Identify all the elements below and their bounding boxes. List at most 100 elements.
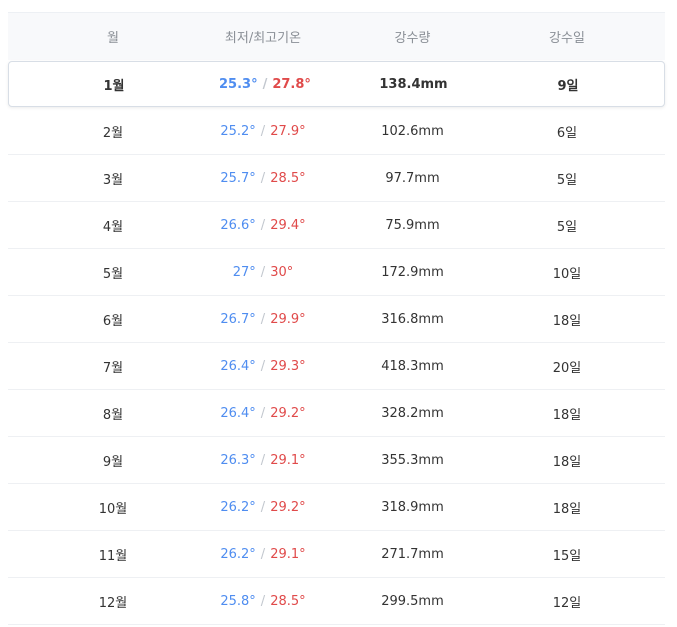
header-month: 월 bbox=[107, 31, 119, 46]
header-rain-days: 강수일 bbox=[549, 31, 585, 46]
month-cell: 7월 bbox=[102, 360, 124, 376]
low-temp: 26.4° bbox=[220, 405, 256, 421]
month-cell: 1월 bbox=[103, 78, 125, 94]
rain-days-cell: 15일 bbox=[552, 548, 582, 564]
high-temp: 30° bbox=[270, 264, 294, 280]
month-cell: 8월 bbox=[102, 407, 124, 423]
rainfall-cell: 418.3mm bbox=[381, 358, 444, 374]
high-temp: 29.1° bbox=[270, 546, 306, 562]
temp-separator: / bbox=[260, 358, 266, 374]
table-row[interactable]: 11월 26.2°/29.1° 271.7mm 15일 bbox=[8, 531, 665, 578]
rain-days-cell: 18일 bbox=[552, 407, 582, 423]
temp-separator: / bbox=[260, 546, 266, 562]
rainfall-cell: 102.6mm bbox=[381, 123, 444, 139]
rain-days-cell: 9일 bbox=[557, 78, 579, 94]
low-temp: 26.4° bbox=[220, 358, 256, 374]
rain-days-cell: 12일 bbox=[552, 595, 582, 611]
temperature-cell: 26.2°/29.2° bbox=[218, 500, 308, 515]
temp-separator: / bbox=[260, 405, 266, 421]
temp-separator: / bbox=[260, 170, 266, 186]
temperature-cell: 26.3°/29.1° bbox=[218, 453, 308, 468]
high-temp: 28.5° bbox=[270, 593, 306, 609]
rain-days-cell: 20일 bbox=[552, 360, 582, 376]
temperature-cell: 26.4°/29.3° bbox=[218, 359, 308, 374]
temperature-cell: 26.2°/29.1° bbox=[218, 547, 308, 562]
low-temp: 26.7° bbox=[220, 311, 256, 327]
header-temperature: 최저/최고기온 bbox=[224, 31, 302, 46]
temperature-cell: 25.7°/28.5° bbox=[218, 171, 308, 186]
rainfall-cell: 299.5mm bbox=[381, 593, 444, 609]
table-row[interactable]: 9월 26.3°/29.1° 355.3mm 18일 bbox=[8, 437, 665, 484]
table-body: 1월 25.3°/27.8° 138.4mm 9일 2월 25.2°/27.9° 102.6… bbox=[8, 61, 665, 625]
month-cell: 5월 bbox=[102, 266, 124, 282]
temp-separator: / bbox=[260, 217, 266, 233]
temperature-cell: 27°/30° bbox=[218, 265, 308, 280]
low-temp: 26.3° bbox=[220, 452, 256, 468]
low-temp: 27° bbox=[232, 264, 256, 280]
month-cell: 9월 bbox=[102, 454, 124, 470]
table-row[interactable]: 2월 25.2°/27.9° 102.6mm 6일 bbox=[8, 108, 665, 155]
low-temp: 25.7° bbox=[220, 170, 256, 186]
rain-days-cell: 18일 bbox=[552, 501, 582, 517]
temp-separator: / bbox=[260, 123, 266, 139]
rain-days-cell: 18일 bbox=[552, 454, 582, 470]
temp-separator: / bbox=[260, 264, 266, 280]
low-temp: 26.2° bbox=[220, 499, 256, 515]
table-row[interactable]: 3월 25.7°/28.5° 97.7mm 5일 bbox=[8, 155, 665, 202]
high-temp: 29.9° bbox=[270, 311, 306, 327]
rain-days-cell: 10일 bbox=[552, 266, 582, 282]
month-cell: 3월 bbox=[102, 172, 124, 188]
rainfall-cell: 316.8mm bbox=[381, 311, 444, 327]
low-temp: 26.2° bbox=[220, 546, 256, 562]
month-cell: 10월 bbox=[98, 501, 128, 517]
rainfall-cell: 172.9mm bbox=[381, 264, 444, 280]
table-row[interactable]: 10월 26.2°/29.2° 318.9mm 18일 bbox=[8, 484, 665, 531]
table-row[interactable]: 8월 26.4°/29.2° 328.2mm 18일 bbox=[8, 390, 665, 437]
temp-separator: / bbox=[260, 452, 266, 468]
table-row[interactable]: 7월 26.4°/29.3° 418.3mm 20일 bbox=[8, 343, 665, 390]
month-cell: 4월 bbox=[102, 219, 124, 235]
low-temp: 26.6° bbox=[220, 217, 256, 233]
temperature-cell: 25.2°/27.9° bbox=[218, 124, 308, 139]
table-header: 월 최저/최고기온 강수량 강수일 bbox=[8, 12, 665, 60]
rainfall-cell: 318.9mm bbox=[381, 499, 444, 515]
low-temp: 25.3° bbox=[219, 76, 258, 92]
table-row[interactable]: 4월 26.6°/29.4° 75.9mm 5일 bbox=[8, 202, 665, 249]
rainfall-cell: 328.2mm bbox=[381, 405, 444, 421]
temp-separator: / bbox=[262, 76, 268, 92]
rain-days-cell: 5일 bbox=[556, 219, 578, 235]
temp-separator: / bbox=[260, 311, 266, 327]
rain-days-cell: 18일 bbox=[552, 313, 582, 329]
climate-table: 월 최저/최고기온 강수량 강수일 1월 25.3°/27.8° 138.4mm 9일… bbox=[8, 12, 665, 625]
rain-days-cell: 5일 bbox=[556, 172, 578, 188]
high-temp: 29.4° bbox=[270, 217, 306, 233]
rainfall-cell: 355.3mm bbox=[381, 452, 444, 468]
month-cell: 12월 bbox=[98, 595, 128, 611]
rainfall-cell: 138.4mm bbox=[379, 76, 448, 92]
temperature-cell: 25.3°/27.8° bbox=[219, 76, 311, 92]
temp-separator: / bbox=[260, 593, 266, 609]
rainfall-cell: 271.7mm bbox=[381, 546, 444, 562]
low-temp: 25.2° bbox=[220, 123, 256, 139]
high-temp: 29.2° bbox=[270, 499, 306, 515]
temperature-cell: 26.7°/29.9° bbox=[218, 312, 308, 327]
month-cell: 2월 bbox=[102, 125, 124, 141]
month-cell: 6월 bbox=[102, 313, 124, 329]
temperature-cell: 26.6°/29.4° bbox=[218, 218, 308, 233]
rainfall-cell: 75.9mm bbox=[385, 217, 440, 233]
low-temp: 25.8° bbox=[220, 593, 256, 609]
table-row[interactable]: 6월 26.7°/29.9° 316.8mm 18일 bbox=[8, 296, 665, 343]
table-row[interactable]: 12월 25.8°/28.5° 299.5mm 12일 bbox=[8, 578, 665, 625]
table-row[interactable]: 5월 27°/30° 172.9mm 10일 bbox=[8, 249, 665, 296]
temperature-cell: 26.4°/29.2° bbox=[218, 406, 308, 421]
rainfall-cell: 97.7mm bbox=[385, 170, 440, 186]
high-temp: 27.9° bbox=[270, 123, 306, 139]
temperature-cell: 25.8°/28.5° bbox=[218, 594, 308, 609]
table-row-selected[interactable]: 1월 25.3°/27.8° 138.4mm 9일 bbox=[8, 61, 665, 107]
high-temp: 28.5° bbox=[270, 170, 306, 186]
high-temp: 29.3° bbox=[270, 358, 306, 374]
rain-days-cell: 6일 bbox=[556, 125, 578, 141]
temp-separator: / bbox=[260, 499, 266, 515]
header-rainfall: 강수량 bbox=[394, 31, 431, 46]
high-temp: 29.2° bbox=[270, 405, 306, 421]
